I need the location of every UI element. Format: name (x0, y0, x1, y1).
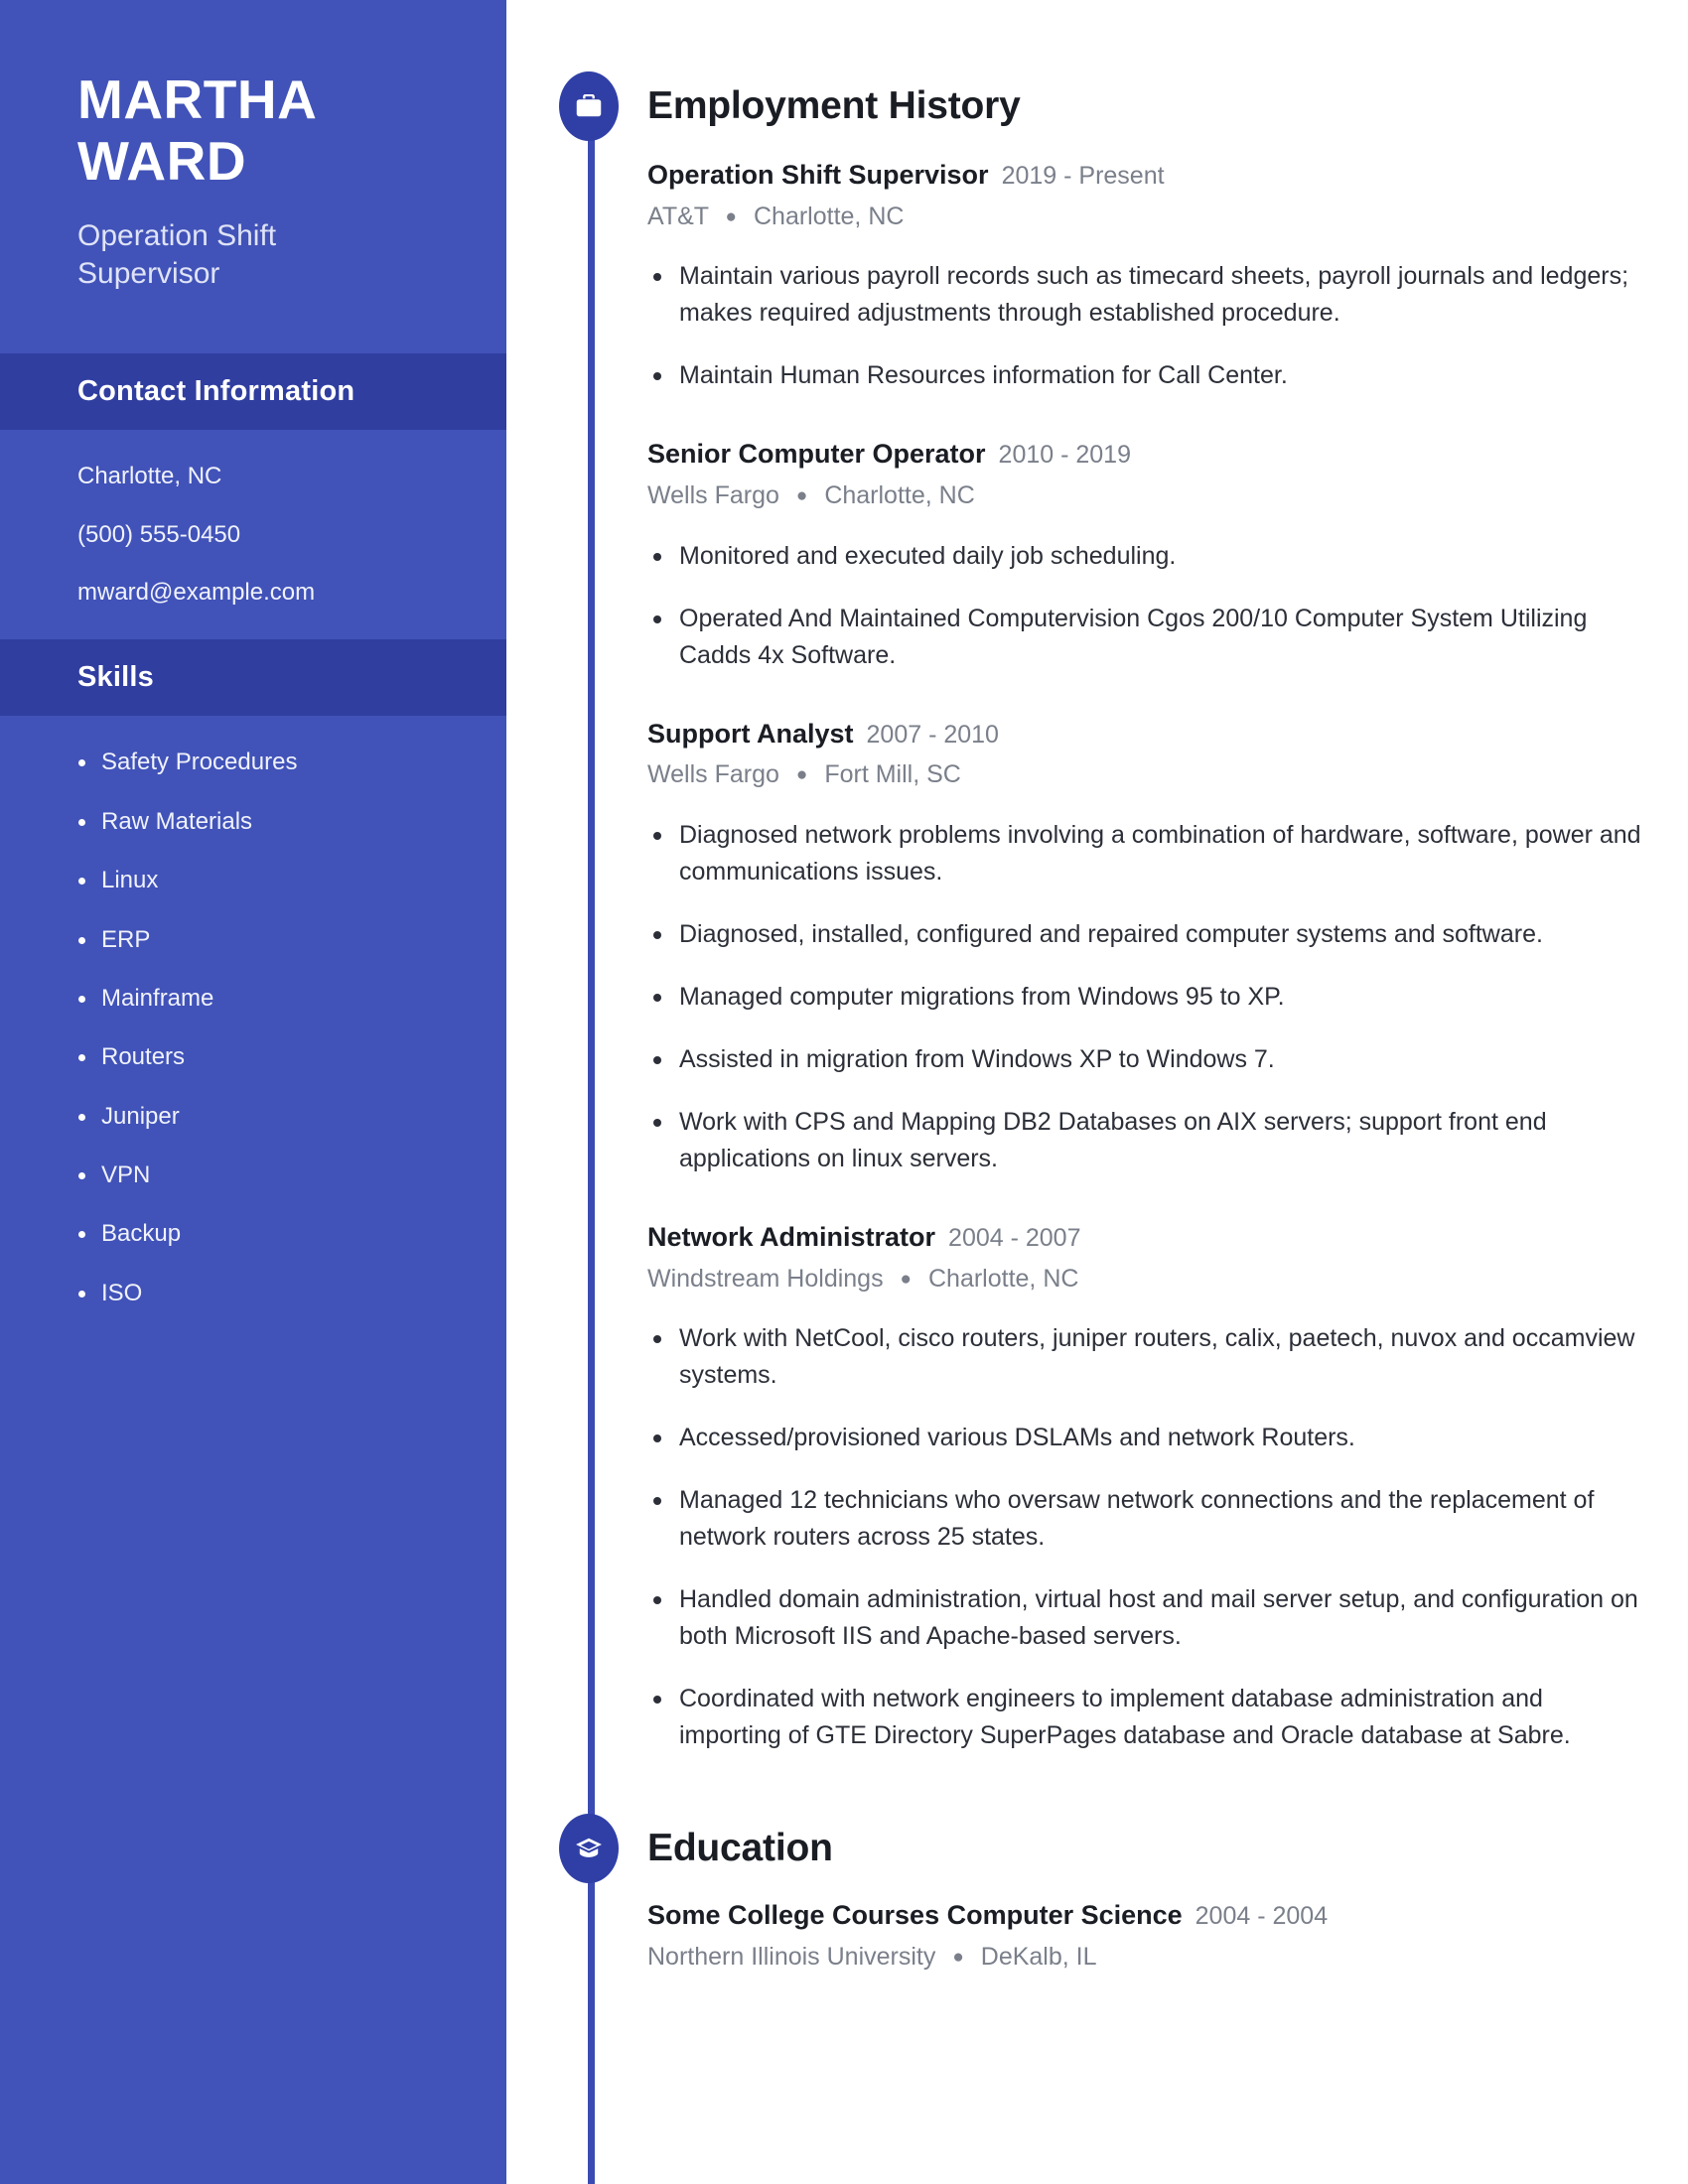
separator-dot-icon: ● (725, 205, 738, 227)
list-item: Monitored and executed daily job schedul… (653, 538, 1646, 575)
employment-entry: Support Analyst 2007 - 2010 Wells Fargo … (647, 718, 1646, 1177)
contact-information-body: Charlotte, NC (500) 555-0450 mward@examp… (0, 430, 506, 639)
contact-email[interactable]: mward@example.com (77, 579, 447, 606)
employment-entry: Senior Computer Operator 2010 - 2019 Wel… (647, 438, 1646, 673)
education-header: Education (506, 1814, 1688, 1883)
list-item: ISO (78, 1280, 447, 1306)
entry-title-row: Support Analyst 2007 - 2010 (647, 718, 1646, 751)
entry-role: Network Administrator (647, 1221, 936, 1252)
contact-information-heading: Contact Information (77, 375, 355, 408)
entry-company: Wells Fargo (647, 481, 779, 509)
main-column: Employment History Operation Shift Super… (506, 0, 1688, 2184)
entry-bullets: Diagnosed network problems involving a c… (647, 817, 1646, 1177)
resume-page: MARTHA WARD Operation Shift Supervisor C… (0, 0, 1688, 2184)
entry-dates: 2010 - 2019 (998, 441, 1131, 470)
list-item: Diagnosed, installed, configured and rep… (653, 916, 1646, 953)
list-item: Operated And Maintained Computervision C… (653, 601, 1646, 674)
list-item: Work with CPS and Mapping DB2 Databases … (653, 1104, 1646, 1177)
entry-bullets: Monitored and executed daily job schedul… (647, 538, 1646, 674)
entry-dates: 2004 - 2007 (948, 1223, 1081, 1252)
entry-location: DeKalb, IL (980, 1942, 1097, 1971)
sidebar: MARTHA WARD Operation Shift Supervisor C… (0, 0, 506, 2184)
skills-heading: Skills (77, 661, 154, 694)
entry-title-row: Network Administrator 2004 - 2007 (647, 1221, 1646, 1255)
list-item: ERP (78, 926, 447, 953)
entry-dates: 2007 - 2010 (866, 720, 999, 749)
entry-meta: Wells Fargo ● Fort Mill, SC (647, 758, 1646, 791)
list-item: Handled domain administration, virtual h… (653, 1581, 1646, 1655)
list-item: Accessed/provisioned various DSLAMs and … (653, 1420, 1646, 1456)
contact-information-section: Contact Information Charlotte, NC (500) … (0, 353, 506, 639)
entry-meta: Wells Fargo ● Charlotte, NC (647, 479, 1646, 512)
entry-meta: Windstream Holdings ● Charlotte, NC (647, 1263, 1646, 1296)
separator-dot-icon: ● (952, 1946, 964, 1968)
entry-location: Fort Mill, SC (824, 760, 961, 789)
list-item: Mainframe (78, 985, 447, 1012)
briefcase-icon (559, 71, 619, 141)
employment-entries: Operation Shift Supervisor 2019 - Presen… (506, 159, 1688, 1754)
list-item: VPN (78, 1161, 447, 1188)
list-item: Safety Procedures (78, 749, 447, 775)
list-item: Routers (78, 1043, 447, 1070)
employment-history-heading: Employment History (647, 84, 1021, 127)
entry-company: Windstream Holdings (647, 1264, 884, 1293)
list-item: Coordinated with network engineers to im… (653, 1681, 1646, 1754)
list-item: Diagnosed network problems involving a c… (653, 817, 1646, 890)
list-item: Managed 12 technicians who oversaw netwo… (653, 1482, 1646, 1556)
contact-information-band: Contact Information (0, 353, 506, 431)
list-item: Work with NetCool, cisco routers, junipe… (653, 1320, 1646, 1394)
entry-meta: Northern Illinois University ● DeKalb, I… (647, 1941, 1646, 1974)
contact-phone[interactable]: (500) 555-0450 (77, 521, 447, 548)
entry-location: Charlotte, NC (927, 1264, 1079, 1293)
list-item: Juniper (78, 1103, 447, 1130)
candidate-headline: Operation Shift Supervisor (77, 219, 277, 290)
skills-section: Skills Safety Procedures Raw Materials L… (0, 639, 506, 1340)
entry-degree: Some College Courses Computer Science (647, 1900, 1183, 1930)
education-heading: Education (647, 1827, 833, 1869)
entry-company: AT&T (647, 202, 709, 230)
employment-history-section: Employment History Operation Shift Super… (506, 0, 1688, 1754)
entry-role: Senior Computer Operator (647, 439, 986, 470)
candidate-name: MARTHA WARD (77, 68, 316, 192)
entry-dates: 2019 - Present (1001, 162, 1165, 190)
entry-title-row: Some College Courses Computer Science 20… (647, 1899, 1646, 1933)
entry-role: Operation Shift Supervisor (647, 160, 989, 190)
entry-location: Charlotte, NC (824, 481, 975, 509)
entry-location: Charlotte, NC (753, 202, 905, 230)
separator-dot-icon: ● (900, 1268, 913, 1290)
separator-dot-icon: ● (795, 764, 808, 786)
graduation-cap-icon (559, 1814, 619, 1883)
entry-bullets: Work with NetCool, cisco routers, junipe… (647, 1320, 1646, 1754)
entry-company: Wells Fargo (647, 760, 779, 789)
list-item: Assisted in migration from Windows XP to… (653, 1041, 1646, 1078)
skills-list: Safety Procedures Raw Materials Linux ER… (77, 749, 447, 1306)
contact-location: Charlotte, NC (77, 463, 222, 490)
entry-school: Northern Illinois University (647, 1942, 936, 1971)
identity-block: MARTHA WARD Operation Shift Supervisor (0, 0, 506, 292)
employment-entry: Network Administrator 2004 - 2007 Windst… (647, 1221, 1646, 1754)
entry-bullets: Maintain various payroll records such as… (647, 258, 1646, 394)
education-entry: Some College Courses Computer Science 20… (647, 1899, 1646, 1973)
entry-title-row: Operation Shift Supervisor 2019 - Presen… (647, 159, 1646, 193)
list-item: Backup (78, 1221, 447, 1247)
entry-meta: AT&T ● Charlotte, NC (647, 201, 1646, 233)
list-item: Linux (78, 867, 447, 893)
skills-band: Skills (0, 639, 506, 717)
employment-entry: Operation Shift Supervisor 2019 - Presen… (647, 159, 1646, 394)
entry-title-row: Senior Computer Operator 2010 - 2019 (647, 438, 1646, 472)
employment-history-header: Employment History (506, 71, 1688, 141)
education-section: Education Some College Courses Computer … (506, 1754, 1688, 1973)
skills-body: Safety Procedures Raw Materials Linux ER… (0, 716, 506, 1340)
list-item: Maintain Human Resources information for… (653, 357, 1646, 394)
education-entries: Some College Courses Computer Science 20… (506, 1899, 1688, 1973)
entry-dates: 2004 - 2004 (1195, 1902, 1329, 1930)
list-item: Raw Materials (78, 808, 447, 835)
list-item: Maintain various payroll records such as… (653, 258, 1646, 332)
separator-dot-icon: ● (795, 485, 808, 507)
list-item: Managed computer migrations from Windows… (653, 979, 1646, 1016)
entry-role: Support Analyst (647, 718, 854, 749)
